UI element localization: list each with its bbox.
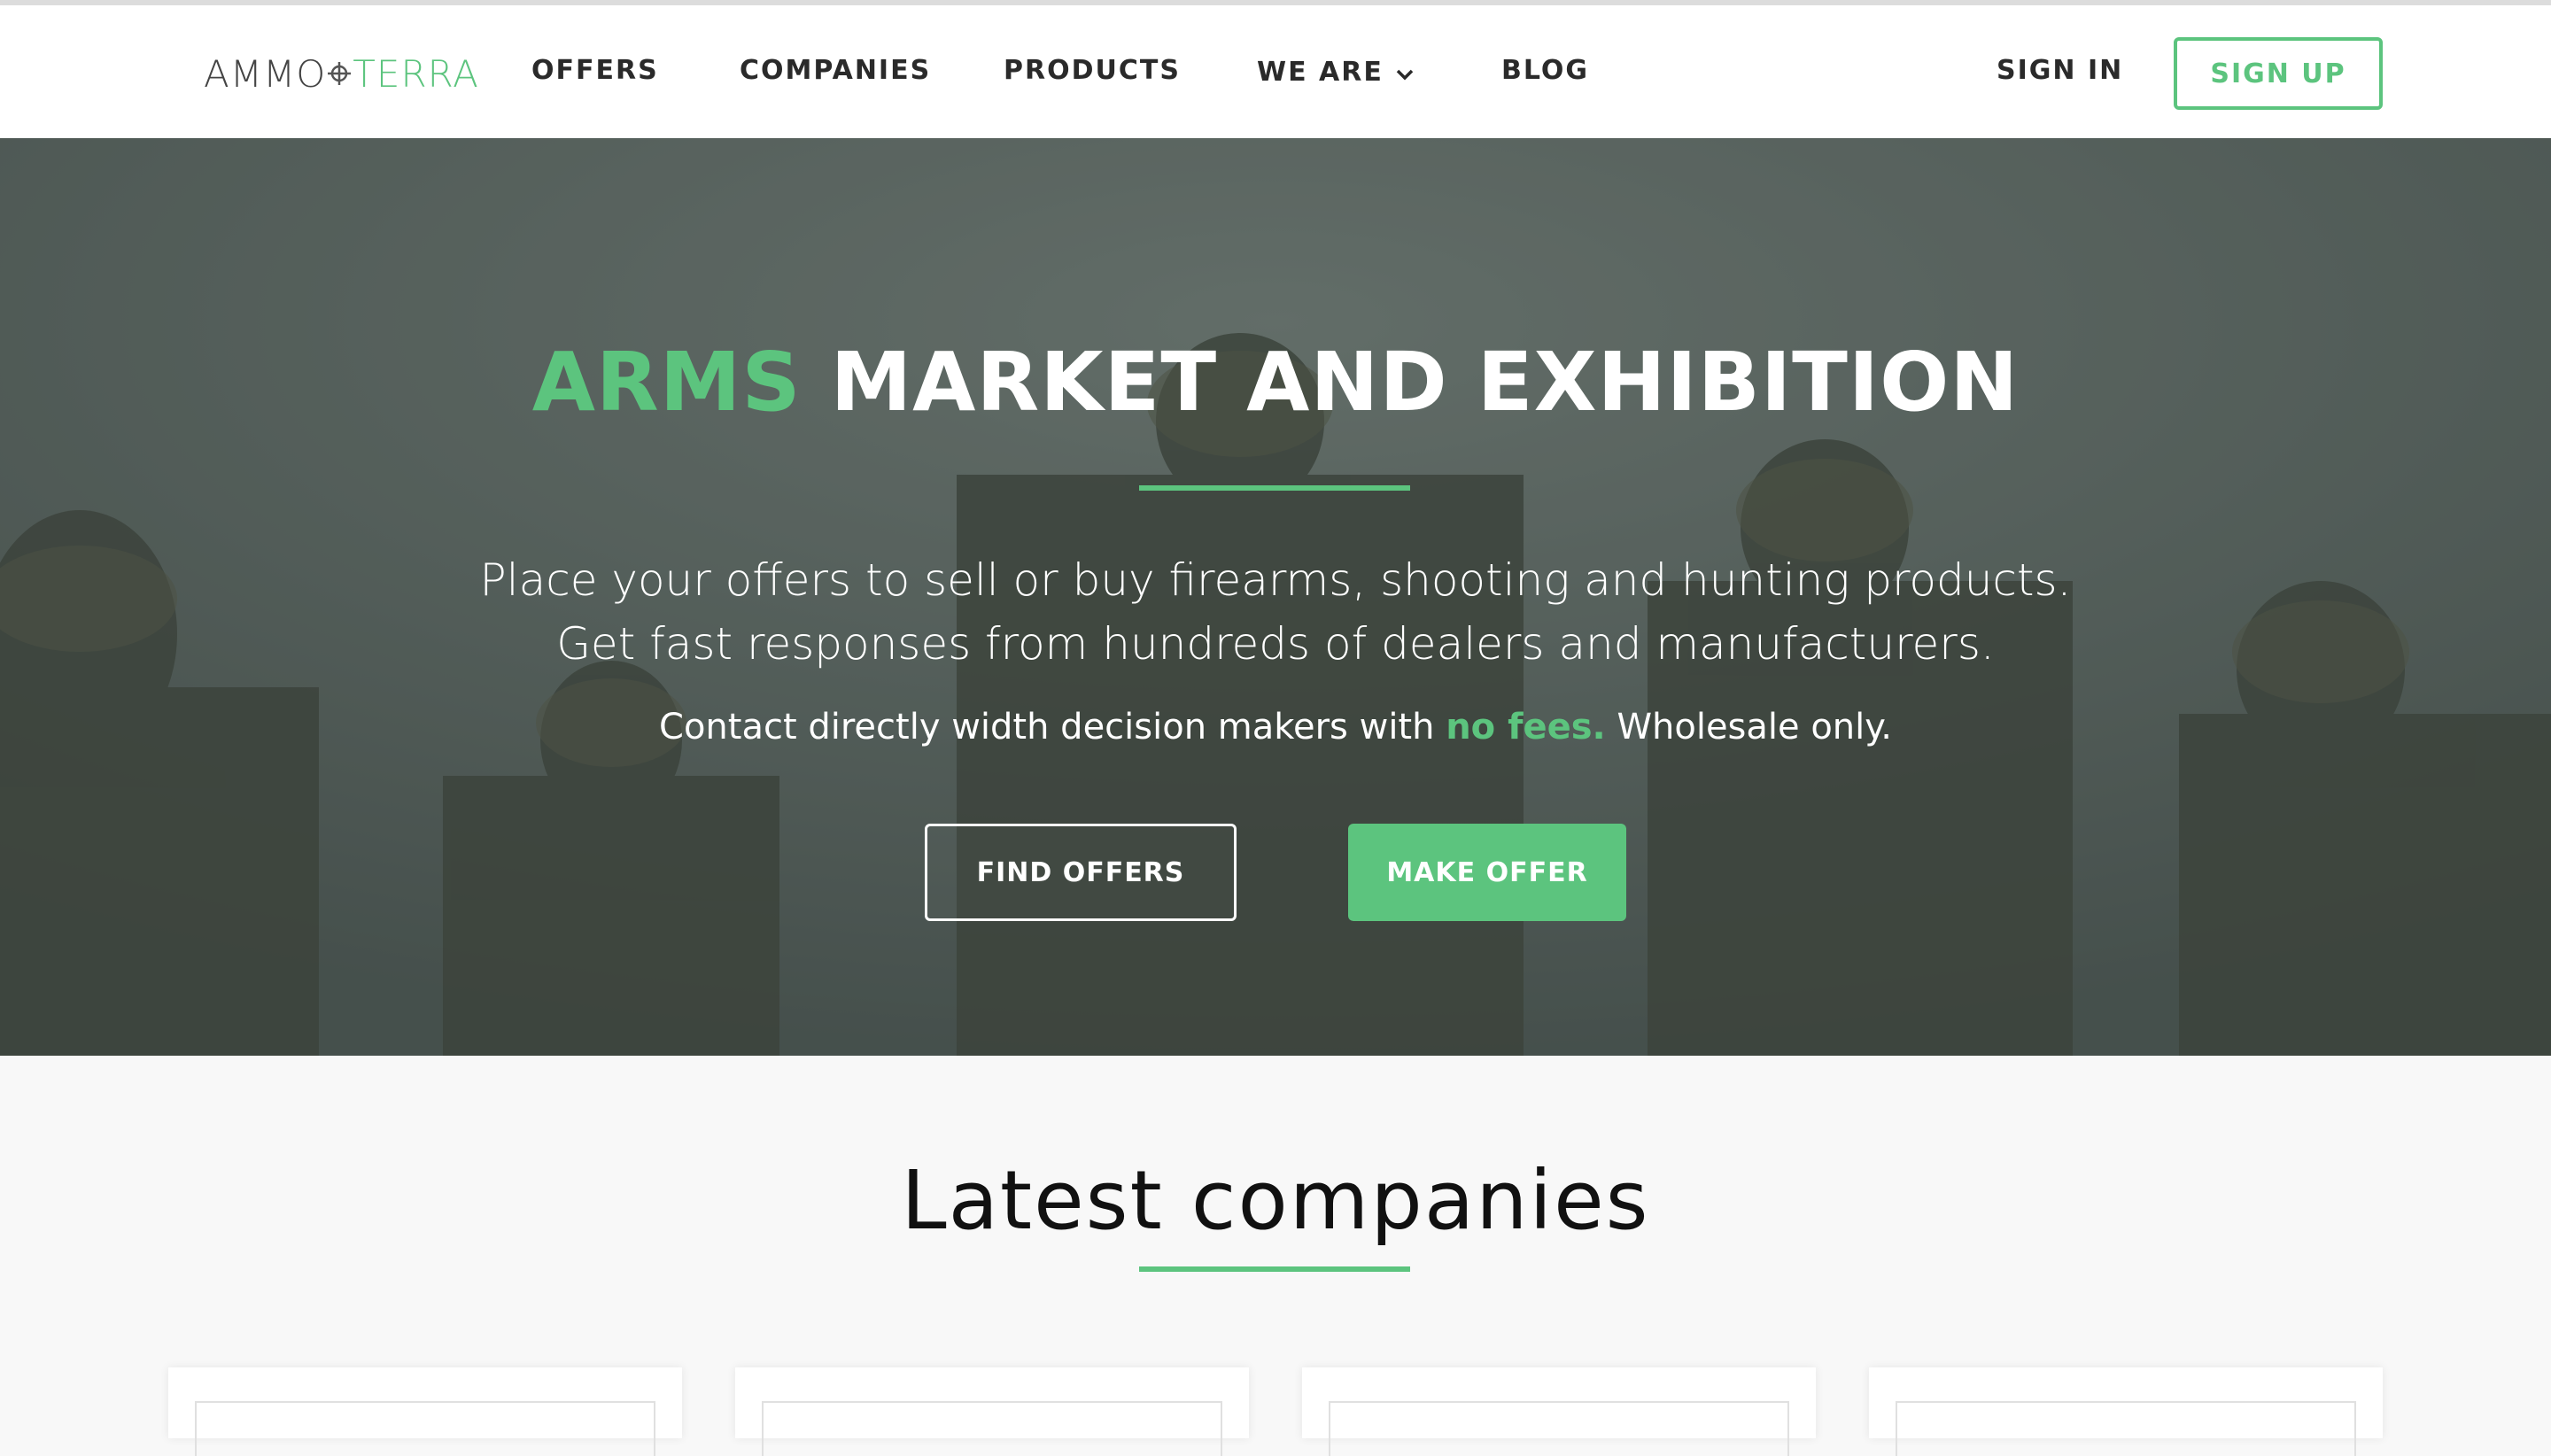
company-card[interactable] bbox=[168, 1367, 682, 1456]
company-card[interactable] bbox=[735, 1367, 1249, 1456]
hero-tagline-no-fees: no fees. bbox=[1446, 707, 1606, 747]
hero-tagline-end: Wholesale only. bbox=[1605, 707, 1892, 747]
nav-offers-label: OFFERS bbox=[531, 55, 659, 86]
company-card-logo-frame bbox=[1329, 1401, 1789, 1456]
hero-tagline: Contact directly width decision makers w… bbox=[0, 707, 2551, 747]
hero-title: ARMS MARKET AND EXHIBITION bbox=[0, 335, 2551, 430]
find-offers-button[interactable]: FIND OFFERS bbox=[925, 824, 1237, 921]
hero-title-rest: MARKET AND EXHIBITION bbox=[830, 335, 2020, 430]
hero-subtitle-line1: Place your offers to sell or buy firearm… bbox=[479, 554, 2072, 606]
nav-blog[interactable]: BLOG bbox=[1501, 55, 1589, 86]
company-card[interactable] bbox=[1302, 1367, 1816, 1456]
nav-companies[interactable]: COMPANIES bbox=[740, 55, 931, 86]
make-offer-button[interactable]: MAKE OFFER bbox=[1348, 824, 1626, 921]
site-header: AMMO TERRA OFFERS COMPANIES PRODUCTS WE … bbox=[0, 5, 2551, 139]
crosshair-icon bbox=[328, 62, 352, 85]
logo-text-ammo: AMMO bbox=[204, 51, 327, 96]
company-card-logo-frame bbox=[762, 1401, 1222, 1456]
company-card-logo-frame bbox=[1896, 1401, 2356, 1456]
hero-title-accent: ARMS bbox=[531, 335, 802, 430]
nav-offers[interactable]: OFFERS bbox=[531, 55, 659, 86]
latest-companies-heading: Latest companies bbox=[901, 1153, 1650, 1248]
nav-we-are-label: WE ARE bbox=[1257, 57, 1384, 88]
latest-companies-underline bbox=[1139, 1266, 1410, 1272]
hero-subtitle-line2: Get fast responses from hundreds of deal… bbox=[556, 618, 1995, 670]
hero-section: ARMS MARKET AND EXHIBITION Place your of… bbox=[0, 138, 2551, 1056]
nav-products[interactable]: PRODUCTS bbox=[1004, 55, 1181, 86]
hero-tagline-start: Contact directly width decision makers w… bbox=[659, 707, 1446, 747]
hero-title-underline bbox=[1139, 485, 1410, 491]
company-card-logo-frame bbox=[195, 1401, 655, 1456]
sign-up-button[interactable]: SIGN UP bbox=[2174, 37, 2383, 110]
sign-in-link[interactable]: SIGN IN bbox=[1997, 55, 2123, 86]
nav-products-label: PRODUCTS bbox=[1004, 55, 1181, 86]
nav-we-are-dropdown[interactable]: WE ARE bbox=[1257, 57, 1414, 88]
nav-blog-label: BLOG bbox=[1501, 55, 1590, 86]
company-card[interactable] bbox=[1869, 1367, 2383, 1456]
logo-text-terra: TERRA bbox=[353, 51, 479, 96]
ammoterra-logo[interactable]: AMMO TERRA bbox=[204, 51, 479, 96]
chevron-down-icon bbox=[1396, 57, 1414, 88]
nav-companies-label: COMPANIES bbox=[740, 55, 932, 86]
